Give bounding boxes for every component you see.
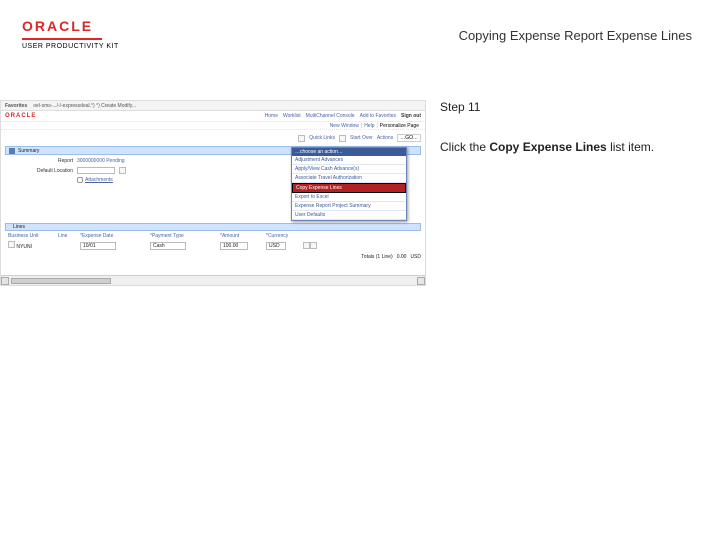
lookup-icon[interactable] [298,135,305,142]
col-amount: *Amount [217,233,263,239]
brand-mark: ORACLE [22,18,93,34]
cell-bu: NYUNI [16,244,32,250]
app-nav: Home Worklist MultiChannel Console Add t… [265,113,421,119]
product-name: USER PRODUCTIVITY KIT [22,43,119,50]
cell-currency[interactable]: USD [266,242,286,250]
lines-title: Lines [13,224,25,230]
embedded-screenshot: Favorites oel-sms-.../-/-expressdeal.°) … [0,100,426,286]
instruction-suffix: list item. [607,140,654,154]
breadcrumb: New Window | Help | Personalize Page [1,122,425,130]
col-payment-type: *Payment Type [147,233,217,239]
attachments-label: Attachments [85,177,113,183]
col-line: Line [55,233,77,239]
cell-payment-type[interactable]: Cash [150,242,186,250]
nav-worklist[interactable]: Worklist [283,113,301,119]
scrollbar-thumb[interactable] [11,278,111,284]
dropdown-header: …choose an action… [292,148,406,156]
dropdown-item-project-summary[interactable]: Expense Report Project Summary [292,202,406,211]
dropdown-item-associate-travel-auth[interactable]: Associate Travel Authorization [292,174,406,183]
report-label: Report [5,158,73,164]
default-location-input[interactable] [77,167,115,174]
nav-add-favorites[interactable]: Add to Favorites [360,113,396,119]
add-row-icon[interactable] [303,242,310,249]
lines-table-header: Business Unit Line *Expense Date *Paymen… [5,233,421,239]
breadcrumb-help[interactable]: Help [364,123,374,129]
totals-currency: USD [410,254,421,260]
col-currency: *Currency [263,233,303,239]
dropdown-item-copy-expense-lines[interactable]: Copy Expense Lines [292,183,406,193]
horizontal-scrollbar[interactable] [1,275,425,285]
cell-date[interactable]: 10/01 [80,242,116,250]
dropdown-item-adjustment-advances[interactable]: Adjustment Advances [292,156,406,165]
default-location-label: Default Location [5,168,73,174]
browser-favorites: Favorites [5,103,27,109]
breadcrumb-personalize[interactable]: Personalize Page [380,123,419,129]
quick-links-row: Quick Links Start Over Actions …GO… [5,134,421,142]
delete-row-icon[interactable] [310,242,317,249]
instruction-bold: Copy Expense Lines [489,140,606,154]
dropdown-item-user-defaults[interactable]: User Defaults [292,211,406,220]
nav-multichannel[interactable]: MultiChannel Console [306,113,355,119]
totals-amount: 0.00 [397,254,407,260]
brand-underline [22,38,102,40]
scroll-right-icon[interactable] [417,277,425,285]
step-label: Step 11 [440,100,712,114]
nav-signout[interactable]: Sign out [401,113,421,119]
collapse-icon[interactable] [9,148,15,154]
lookup-icon[interactable] [119,167,126,174]
magnify-icon[interactable] [339,135,346,142]
start-over-link[interactable]: Start Over [350,135,373,141]
app-header: ORACLE Home Worklist MultiChannel Consol… [1,111,425,122]
breadcrumb-new-window[interactable]: New Window [330,123,359,129]
breadcrumb-sep: | [361,123,362,129]
attachments-link[interactable]: Attachments [77,177,113,183]
breadcrumb-sep: | [376,123,377,129]
browser-url-text: oel-sms-.../-/-expressdeal.°) °) Create … [33,103,421,109]
instruction-prefix: Click the [440,140,489,154]
cell-amount[interactable]: 100.00 [220,242,248,250]
actions-select[interactable]: …GO… [397,134,421,142]
app-brand: ORACLE [5,113,36,119]
line-expand-icon[interactable] [8,241,15,248]
dropdown-item-apply-view-cash-advances[interactable]: Apply/View Cash Advance(s) [292,165,406,174]
actions-label: Actions [377,135,393,141]
page-title: Copying Expense Report Expense Lines [459,18,702,43]
report-value: 3000000000 Pending [77,158,125,164]
paperclip-icon [77,177,83,183]
totals-label: Totals (1 Line) [361,254,392,260]
quick-links-label[interactable]: Quick Links [309,135,335,141]
actions-dropdown[interactable]: …choose an action… Adjustment Advances A… [291,147,407,221]
oracle-upk-logo: ORACLE USER PRODUCTIVITY KIT [22,18,119,50]
scroll-left-icon[interactable] [1,277,9,285]
instruction-text: Click the Copy Expense Lines list item. [440,140,712,156]
nav-home[interactable]: Home [265,113,278,119]
summary-title: Summary [18,148,39,154]
table-row: NYUNI 10/01 Cash 100.00 USD [5,241,421,250]
col-business-unit: Business Unit [5,233,55,239]
browser-url-bar: Favorites oel-sms-.../-/-expressdeal.°) … [1,101,425,111]
lines-bar[interactable]: Lines [5,223,421,231]
totals-row: Totals (1 Line) 0.00 USD [5,254,421,260]
col-expense-date: *Expense Date [77,233,147,239]
dropdown-item-export-excel[interactable]: Export to Excel [292,193,406,202]
